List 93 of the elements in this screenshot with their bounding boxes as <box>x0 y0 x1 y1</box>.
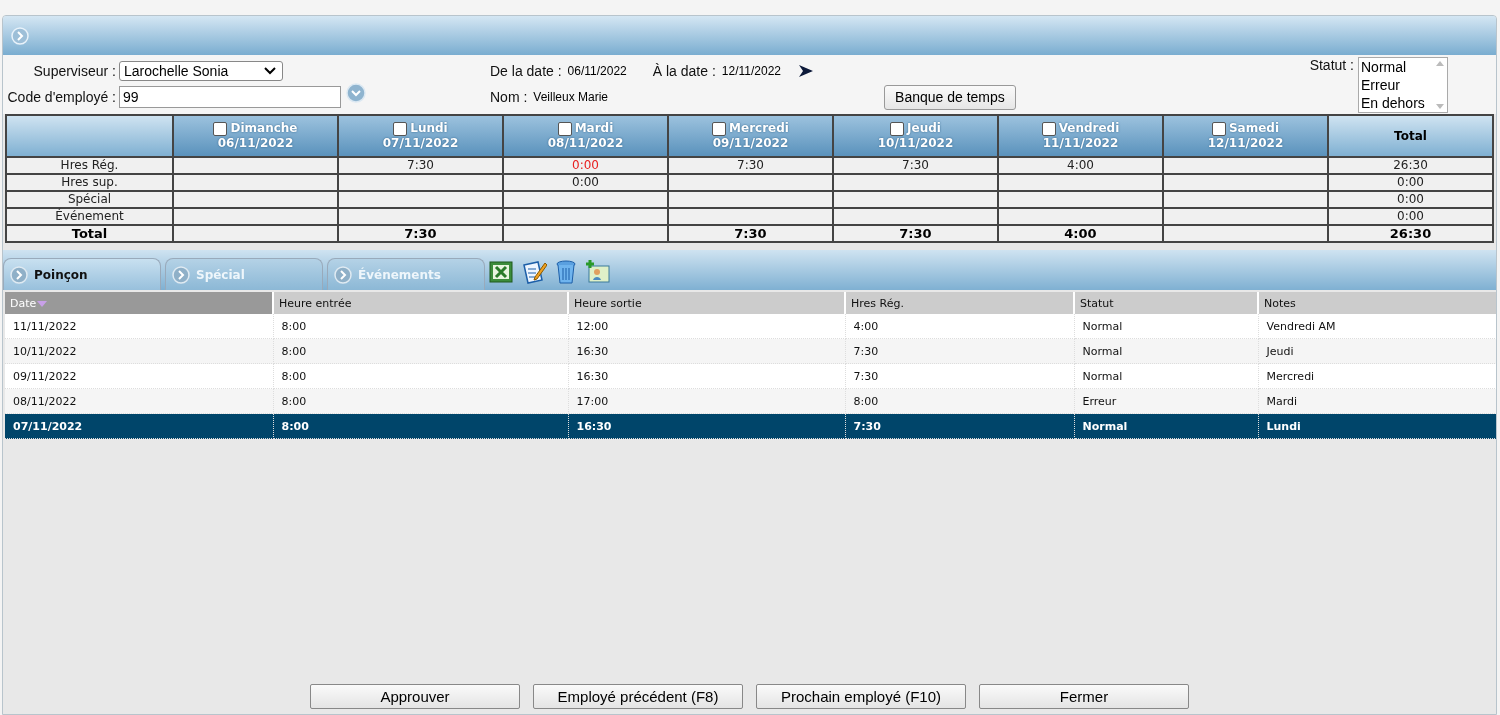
table-cell: 8:00 <box>845 388 1074 414</box>
chevron-right-icon <box>10 265 28 284</box>
trash-icon[interactable] <box>555 259 577 285</box>
table-cell: 08/11/2022 <box>5 388 273 414</box>
table-cell: Normal <box>1074 314 1258 339</box>
spreadsheet-icon[interactable] <box>489 260 513 284</box>
tab[interactable]: Poinçon <box>3 258 161 290</box>
column-header[interactable]: Hres Rég. <box>845 292 1074 314</box>
sort-descending-icon <box>37 300 48 307</box>
column-header[interactable]: Heure entrée <box>273 292 568 314</box>
day-name: Samedi <box>1228 121 1280 136</box>
table-cell: 8:00 <box>273 338 568 364</box>
supervisor-dropdown[interactable]: Larochelle Sonia <box>119 61 283 81</box>
total-header: Total <box>1328 115 1493 157</box>
status-option[interactable]: En dehors <box>1361 94 1433 112</box>
checkbox[interactable] <box>1211 121 1226 136</box>
table-cell: 16:30 <box>568 413 845 439</box>
action-button[interactable]: Prochain employé (F10) <box>756 684 966 709</box>
checkbox[interactable] <box>393 121 408 136</box>
table-row[interactable]: 09/11/2022 8:00 16:30 7:30 Normal Mercredi <box>5 363 1496 389</box>
day-date: 12/11/2022 <box>1206 136 1285 151</box>
day-name: Dimanche <box>230 121 298 136</box>
table-cell: 17:00 <box>568 388 845 414</box>
table-cell: Lundi <box>1258 413 1496 439</box>
table-cell: 7:30 <box>845 338 1074 364</box>
day-name: Jeudi <box>907 121 941 136</box>
column-header[interactable]: Heure sortie <box>568 292 845 314</box>
table-cell: 10/11/2022 <box>5 338 273 364</box>
table-cell: Jeudi <box>1258 338 1496 364</box>
day-name: Mercredi <box>729 121 789 136</box>
day-name: Mardi <box>574 121 614 136</box>
table-cell: Mardi <box>1258 388 1496 414</box>
table-cell: Vendredi AM <box>1258 314 1496 339</box>
chevron-right-icon <box>334 265 352 284</box>
table-cell: 8:00 <box>273 363 568 389</box>
checkbox[interactable] <box>557 121 572 136</box>
action-button[interactable]: Employé précédent (F8) <box>533 684 743 709</box>
day-date: 06/11/2022 <box>216 136 295 151</box>
table-row[interactable]: 07/11/2022 8:00 16:30 7:30 Normal Lundi <box>5 413 1496 439</box>
column-header[interactable]: Statut <box>1074 292 1258 314</box>
day-name: Lundi <box>410 121 448 136</box>
table-cell: 7:30 <box>845 413 1074 439</box>
arrow-right-icon[interactable] <box>799 65 813 77</box>
checkbox[interactable] <box>712 121 727 136</box>
table-cell: Normal <box>1074 363 1258 389</box>
from-date-value: 06/11/2022 <box>567 64 627 78</box>
table-row[interactable]: 10/11/2022 8:00 16:30 7:30 Normal Jeudi <box>5 338 1496 364</box>
status-listbox[interactable]: Normal Erreur En dehors <box>1358 57 1448 113</box>
employee-code-field[interactable]: 99 <box>119 86 341 108</box>
day-date: 08/11/2022 <box>546 136 625 151</box>
table-cell: 09/11/2022 <box>5 363 273 389</box>
table-cell: 7:30 <box>845 363 1074 389</box>
name-value: Veilleux Marie <box>533 90 609 104</box>
day-date: 10/11/2022 <box>876 136 955 151</box>
table-cell: 11/11/2022 <box>5 314 273 339</box>
name-label: Nom : <box>490 89 528 105</box>
action-button[interactable]: Approuver <box>310 684 520 709</box>
edit-icon[interactable] <box>521 259 547 285</box>
table-cell: Erreur <box>1074 388 1258 414</box>
day-date: 07/11/2022 <box>381 136 460 151</box>
table-cell: 8:00 <box>273 388 568 414</box>
chevron-right-icon <box>172 265 190 284</box>
status-label: Statut : <box>1309 57 1354 75</box>
day-name: Vendredi <box>1058 121 1120 136</box>
table-cell: 16:30 <box>568 363 845 389</box>
table-row[interactable]: 11/11/2022 8:00 12:00 4:00 Normal Vendredi AM <box>5 314 1496 339</box>
table-cell: Normal <box>1074 413 1258 439</box>
table-cell: 4:00 <box>845 314 1074 339</box>
status-option[interactable]: Erreur <box>1361 76 1433 94</box>
table-cell: Mercredi <box>1258 363 1496 389</box>
day-date: 11/11/2022 <box>1041 136 1120 151</box>
employee-code-label: Code d'employé : <box>6 89 117 105</box>
column-header[interactable]: Notes <box>1258 292 1496 314</box>
day-date: 09/11/2022 <box>711 136 790 151</box>
checkbox[interactable] <box>890 121 905 136</box>
to-date-label: À la date : <box>652 63 716 79</box>
chevron-down-icon[interactable] <box>264 67 276 75</box>
status-option[interactable]: Normal <box>1361 58 1433 76</box>
to-date-value: 12/11/2022 <box>721 64 781 78</box>
table-cell: 16:30 <box>568 338 845 364</box>
checkbox[interactable] <box>1041 121 1056 136</box>
checkbox[interactable] <box>213 121 228 136</box>
add-contact-icon[interactable] <box>585 259 611 285</box>
table-cell: 8:00 <box>273 314 568 339</box>
table-row[interactable]: 08/11/2022 8:00 17:00 8:00 Erreur Mardi <box>5 388 1496 414</box>
table-cell: 8:00 <box>273 413 568 439</box>
time-bank-button[interactable]: Banque de temps <box>884 84 1016 110</box>
table-cell: 07/11/2022 <box>5 413 273 439</box>
supervisor-label: Superviseur : <box>32 63 117 79</box>
table-cell: 12:00 <box>568 314 845 339</box>
action-button[interactable]: Fermer <box>979 684 1189 709</box>
from-date-label: De la date : <box>490 63 562 79</box>
table-cell: Normal <box>1074 338 1258 364</box>
